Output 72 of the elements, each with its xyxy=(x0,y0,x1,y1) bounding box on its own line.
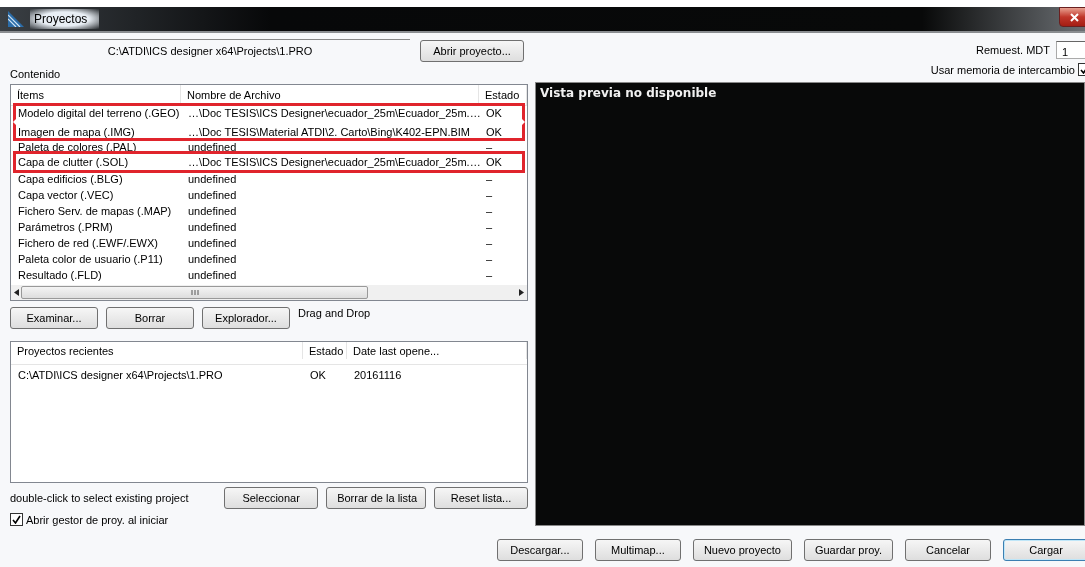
table-cell-text: …\Doc TESIS\ICS Designer\ecuador_25m\Ecuador_25m.… xyxy=(187,156,482,168)
table-cell-text: undefined xyxy=(187,269,238,281)
table-cell-text: Fichero Serv. de mapas (.MAP) xyxy=(17,205,173,217)
open-project-button[interactable]: Abrir proyecto... xyxy=(420,39,524,62)
table-cell-text: OK xyxy=(309,369,327,381)
table-cell-text: Paleta color de usuario (.P11) xyxy=(17,253,164,265)
grip-icon xyxy=(190,290,199,295)
table-cell-text: Capa edificios (.BLG) xyxy=(17,173,124,185)
checkbox-label: Abrir gestor de proy. al iniciar xyxy=(26,513,169,526)
table-cell-text: undefined xyxy=(187,189,238,201)
table-cell-text: Capa de clutter (.SOL) xyxy=(17,156,130,168)
checkbox-label: Usar memoria de intercambio xyxy=(930,63,1075,76)
table-cell-text: undefined xyxy=(187,253,238,265)
table-cell-text: undefined xyxy=(187,173,238,185)
table-cell-text: 20161116 xyxy=(353,369,403,381)
table-cell-text: undefined xyxy=(187,205,238,217)
project-path-field[interactable]: C:\ATDI\ICS designer x64\Projects\1.PRO xyxy=(10,39,410,62)
column-header[interactable]: Estado xyxy=(303,342,347,359)
table-cell-text: undefined xyxy=(187,221,238,233)
table-cell-text: …\Doc TESIS\ICS Designer\ecuador_25m\Ecuador_25m.… xyxy=(187,106,482,119)
column-header[interactable]: Proyectos recientes xyxy=(11,342,303,359)
preview-message: Vista previa no disponible xyxy=(540,86,717,100)
section-label: Contenido xyxy=(10,68,62,80)
table-cell-text: C:\ATDI\ICS designer x64\Projects\1.PRO xyxy=(17,369,224,381)
drag-hint: Drag and Drop xyxy=(298,307,371,319)
close-icon xyxy=(1070,12,1079,22)
table-cell-text: OK xyxy=(485,106,503,119)
footer-button[interactable]: Descargar... xyxy=(496,539,583,561)
hint-text: double-click to select existing project xyxy=(10,492,190,504)
table-cell-text: Capa vector (.VEC) xyxy=(17,189,115,201)
table-cell-text: Modelo digital del terreno (.GEO) xyxy=(17,106,181,119)
scroll-left-icon[interactable] xyxy=(14,289,19,296)
table-cell-text: – xyxy=(485,173,494,185)
horizontal-scrollbar[interactable] xyxy=(11,285,527,300)
table-cell-text: OK xyxy=(485,156,503,168)
column-header[interactable]: Nombre de Archivo xyxy=(181,85,479,105)
resample-field[interactable]: 1 xyxy=(1056,41,1085,59)
column-header[interactable]: Date last opene... xyxy=(347,342,527,359)
footer-button[interactable]: Guardar proy. xyxy=(803,539,893,561)
footer-button[interactable]: Cancelar xyxy=(905,539,991,561)
table-cell-text: – xyxy=(485,269,494,281)
table-cell-text: – xyxy=(485,221,494,233)
app-logo-icon xyxy=(8,11,24,28)
column-header[interactable]: Ítems xyxy=(11,85,181,105)
table-cell-text: Resultado (.FLD) xyxy=(17,269,103,281)
table-cell-text: – xyxy=(485,189,494,201)
table-cell-text: – xyxy=(485,205,494,217)
list-button[interactable]: Seleccionar xyxy=(224,487,319,509)
table-cell-text: – xyxy=(485,141,494,153)
list-button[interactable]: Reset lista... xyxy=(434,487,528,509)
column-header[interactable]: Estado xyxy=(479,85,527,105)
table-cell-text: – xyxy=(485,253,494,265)
table-cell-text: Imagen de mapa (.IMG) xyxy=(17,125,136,138)
table-cell-text: – xyxy=(485,237,494,249)
toolbar-button[interactable]: Examinar... xyxy=(10,307,98,329)
checkbox[interactable] xyxy=(10,513,23,526)
table-cell-text: Parámetros (.PRM) xyxy=(17,221,114,233)
table-cell-text: undefined xyxy=(187,141,238,153)
scroll-right-icon[interactable] xyxy=(519,289,524,296)
table-cell-text: Fichero de red (.EWF/.EWX) xyxy=(17,237,159,249)
table-cell-text: OK xyxy=(485,125,503,138)
table-cell-text: Paleta de colores (.PAL) xyxy=(17,141,138,153)
toolbar-button[interactable]: Borrar xyxy=(106,307,194,329)
table-cell-text: …\Doc TESIS\Material ATDI\2. Carto\Bing\K402-EPN.BIM xyxy=(187,125,472,138)
list-button[interactable]: Borrar de la lista xyxy=(326,487,426,509)
toolbar-button[interactable]: Explorador... xyxy=(202,307,290,329)
field-label: Remuest. MDT xyxy=(976,44,1050,56)
footer-button[interactable]: Multimap... xyxy=(594,539,681,561)
footer-button[interactable]: Cargar xyxy=(1003,539,1085,561)
footer-button[interactable]: Nuevo proyecto xyxy=(692,539,792,561)
table-cell-text: undefined xyxy=(187,237,238,249)
window-title: Proyectos xyxy=(30,9,100,30)
